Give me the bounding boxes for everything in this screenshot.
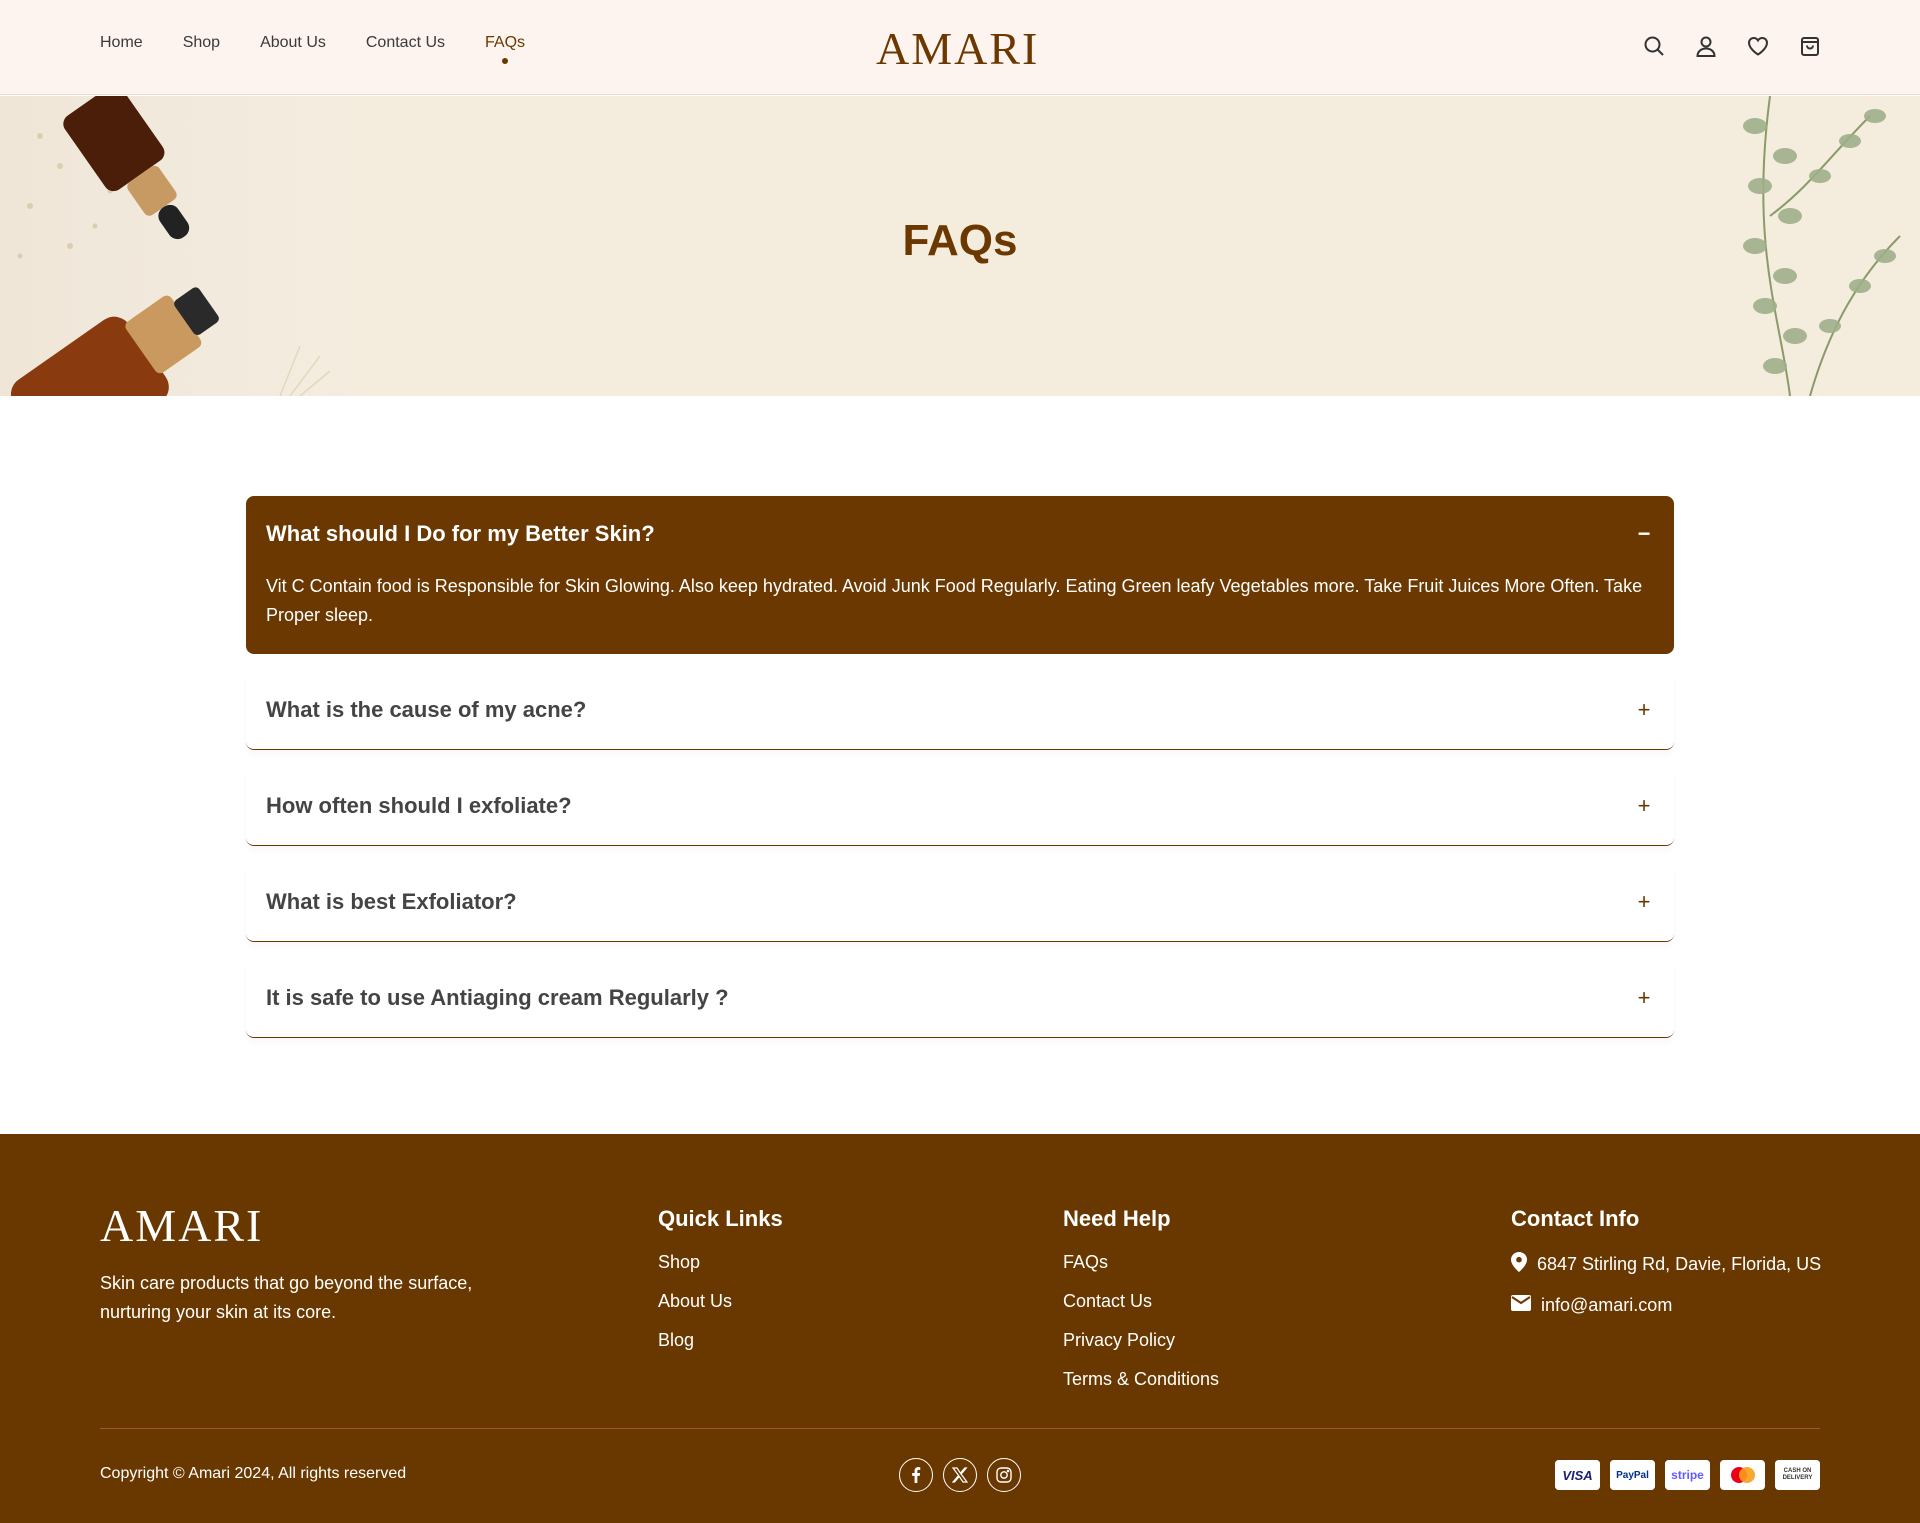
faq-item-open[interactable]: What should I Do for my Better Skin? − V… (246, 496, 1674, 654)
faq-list: What is the cause of my acne? + How ofte… (246, 671, 1674, 1038)
main-nav: Home Shop About Us Contact Us FAQs (100, 34, 565, 52)
footer-link-about-us[interactable]: About Us (658, 1291, 783, 1311)
plus-icon[interactable]: + (1634, 793, 1654, 819)
plus-icon[interactable]: + (1634, 889, 1654, 915)
heart-icon[interactable] (1746, 34, 1770, 58)
footer-link-faqs[interactable]: FAQs (1063, 1252, 1219, 1272)
social-links (899, 1458, 1021, 1492)
footer-link-contact-us[interactable]: Contact Us (1063, 1291, 1219, 1311)
footer-contact-info: Contact Info 6847 Stirling Rd, Davie, Fl… (1511, 1206, 1821, 1334)
location-pin-icon (1511, 1252, 1527, 1276)
footer-column-title: Quick Links (658, 1206, 783, 1231)
footer-link-privacy-policy[interactable]: Privacy Policy (1063, 1330, 1219, 1350)
copyright-text: Copyright © Amari 2024, All rights reser… (100, 1465, 407, 1482)
cash-on-delivery-icon: CASH ON DELIVERY (1775, 1460, 1820, 1490)
footer-quick-links: Quick Links Shop About Us Blog (658, 1206, 783, 1369)
faq-question: How often should I exfoliate? (266, 793, 572, 818)
stripe-icon: stripe (1665, 1460, 1710, 1490)
user-icon[interactable] (1694, 34, 1718, 58)
header-actions (1642, 34, 1822, 58)
paypal-icon: PayPal (1610, 1460, 1655, 1490)
paypal-label: PayPal (1610, 1460, 1655, 1490)
site-header: Home Shop About Us Contact Us FAQs AMARI (0, 0, 1920, 95)
contact-email[interactable]: info@amari.com (1511, 1295, 1821, 1315)
plus-icon[interactable]: + (1634, 985, 1654, 1011)
payment-methods: VISA PayPal stripe CASH ON DELIVERY (1555, 1460, 1820, 1490)
visa-label: VISA (1555, 1460, 1600, 1490)
facebook-icon[interactable] (899, 1458, 933, 1492)
faq-item[interactable]: What is best Exfoliator? + (246, 863, 1674, 942)
contact-email-text[interactable]: info@amari.com (1541, 1295, 1672, 1315)
faq-item[interactable]: How often should I exfoliate? + (246, 767, 1674, 846)
faq-item[interactable]: It is safe to use Antiaging cream Regula… (246, 959, 1674, 1038)
mail-icon (1511, 1295, 1531, 1315)
faq-question: What is the cause of my acne? (266, 697, 587, 722)
footer-link-shop[interactable]: Shop (658, 1252, 783, 1272)
instagram-icon[interactable] (987, 1458, 1021, 1492)
faq-accordion: What should I Do for my Better Skin? − V… (246, 496, 1674, 1038)
footer-logo[interactable]: AMARI (100, 1199, 263, 1252)
faq-question: It is safe to use Antiaging cream Regula… (266, 985, 729, 1010)
page-title: FAQs (902, 216, 1018, 265)
footer-column-title: Contact Info (1511, 1206, 1640, 1231)
footer-link-terms[interactable]: Terms & Conditions (1063, 1369, 1219, 1389)
nav-about-us[interactable]: About Us (260, 34, 326, 52)
faq-question: What is best Exfoliator? (266, 889, 517, 914)
brand-logo[interactable]: AMARI (876, 22, 1039, 75)
stripe-label: stripe (1665, 1460, 1710, 1490)
search-icon[interactable] (1642, 34, 1666, 58)
faq-item[interactable]: What is the cause of my acne? + (246, 671, 1674, 750)
cod-label: CASH ON DELIVERY (1775, 1460, 1820, 1490)
footer-link-blog[interactable]: Blog (658, 1330, 783, 1350)
footer-need-help: Need Help FAQs Contact Us Privacy Policy… (1063, 1206, 1219, 1408)
nav-home[interactable]: Home (100, 34, 143, 52)
footer-column-title: Need Help (1063, 1206, 1171, 1231)
faq-question-row[interactable]: What should I Do for my Better Skin? − (266, 496, 1654, 572)
contact-address-text: 6847 Stirling Rd, Davie, Florida, US (1537, 1254, 1822, 1274)
nav-contact-us[interactable]: Contact Us (366, 34, 445, 52)
faq-answer: Vit C Contain food is Responsible for Sk… (266, 576, 1643, 625)
minus-icon[interactable]: − (1634, 521, 1654, 547)
mastercard-icon (1720, 1460, 1765, 1490)
hero-banner: FAQs (0, 96, 1920, 396)
plus-icon[interactable]: + (1634, 697, 1654, 723)
footer-description: Skin care products that go beyond the su… (100, 1273, 473, 1322)
shopping-bag-icon[interactable] (1798, 34, 1822, 58)
faq-question: What should I Do for my Better Skin? (266, 521, 655, 546)
contact-address: 6847 Stirling Rd, Davie, Florida, US (1511, 1252, 1821, 1276)
x-icon[interactable] (943, 1458, 977, 1492)
nav-shop[interactable]: Shop (183, 34, 220, 52)
visa-icon: VISA (1555, 1460, 1600, 1490)
footer-divider (100, 1428, 1820, 1429)
site-footer: AMARI Skin care products that go beyond … (0, 1134, 1920, 1523)
nav-faqs[interactable]: FAQs (485, 34, 525, 52)
